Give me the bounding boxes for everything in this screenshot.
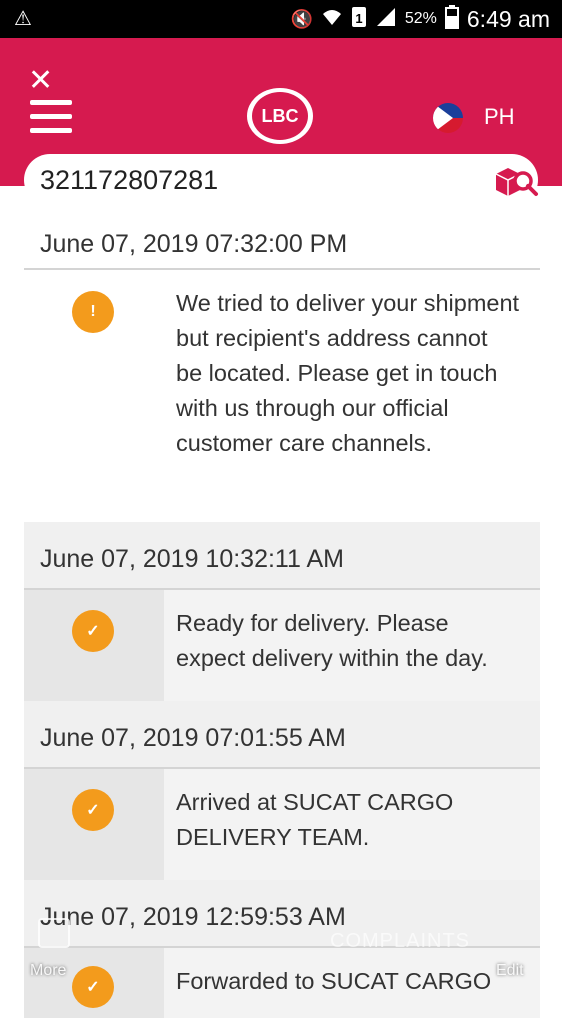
svg-text:1: 1 [355,11,362,26]
entry-body: ! We tried to deliver your shipment but … [24,270,540,522]
entry-body: ✓ Forwarded to SUCAT CARGO [24,948,540,1018]
battery-icon [444,4,459,34]
check-circle-icon: ✓ [72,789,114,831]
entry-date: June 07, 2019 10:32:11 AM [24,522,540,590]
hamburger-menu-icon[interactable] [30,100,72,136]
sim-icon: 1 [351,6,367,33]
timeline-entry: June 07, 2019 07:01:55 AM ✓ Arrived at S… [24,701,540,880]
mute-icon: 🔇 [290,8,313,29]
philippines-flag-icon[interactable] [433,103,463,133]
entry-body: ✓ Arrived at SUCAT CARGO DELIVERY TEAM. [24,769,540,880]
entry-message: Arrived at SUCAT CARGO DELIVERY TEAM. [164,769,540,880]
timeline-entry: June 07, 2019 07:32:00 PM ! We tried to … [24,196,540,522]
close-icon[interactable]: ✕ [28,66,53,96]
tracking-number-input[interactable] [40,162,460,198]
package-search-icon[interactable] [490,164,540,198]
edit-button[interactable]: Edit [496,962,524,980]
entry-date: June 07, 2019 07:01:55 AM [24,701,540,769]
status-bar: ⚠ 🔇 1 52% 6:49 am [0,0,562,38]
more-icon[interactable] [38,918,70,948]
clock: 6:49 am [466,5,550,32]
timeline-entry: June 07, 2019 10:32:11 AM ✓ Ready for de… [24,522,540,701]
watermark-text: COMPLAINTS [330,930,471,952]
entry-icon-column: ✓ [24,590,164,701]
wifi-icon [321,7,343,32]
battery-percent: 52% [404,10,437,27]
entry-message: Ready for delivery. Please expect delive… [164,590,540,701]
check-circle-icon: ✓ [72,610,114,652]
more-button[interactable]: More [30,962,66,980]
entry-icon-column: ✓ [24,769,164,880]
tracking-timeline: June 07, 2019 07:32:00 PM ! We tried to … [24,196,540,1018]
warning-notification-icon: ⚠ [14,8,32,30]
entry-body: ✓ Ready for delivery. Please expect deli… [24,590,540,701]
entry-message: Forwarded to SUCAT CARGO [164,948,540,1018]
signal-icon [375,7,397,32]
entry-date: June 07, 2019 07:32:00 PM [24,196,540,270]
entry-message: We tried to deliver your shipment but re… [176,290,520,456]
lbc-logo: LBC [247,88,313,144]
exclamation-circle-icon: ! [72,291,114,333]
entry-icon-column: ! [24,270,164,522]
app-header: ✕ LBC PH [0,38,562,206]
check-circle-icon: ✓ [72,966,114,1008]
entry-icon-column: ✓ [24,948,164,1018]
status-icons: 🔇 1 52% 6:49 am [290,0,550,38]
logo-text: LBC [252,92,308,140]
country-code[interactable]: PH [484,104,515,130]
